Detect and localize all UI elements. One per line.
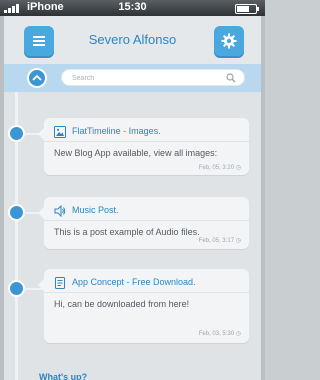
post-divider bbox=[44, 292, 249, 293]
search-field[interactable] bbox=[61, 69, 245, 86]
timeline-post[interactable]: FlatTimeline - Images. New Blog App avai… bbox=[38, 118, 249, 175]
status-time: 15:30 bbox=[118, 1, 147, 13]
timeline-dot bbox=[10, 127, 23, 140]
timeline-post[interactable]: Music Post. This is a post example of Au… bbox=[38, 197, 249, 249]
post-title[interactable]: FlatTimeline - Images. bbox=[72, 126, 161, 136]
post-body: This is a post example of Audio files. bbox=[54, 227, 200, 237]
speaker-icon bbox=[54, 205, 66, 217]
scroll-up-button[interactable] bbox=[29, 70, 45, 86]
search-icon bbox=[226, 73, 236, 83]
timeline-dot bbox=[10, 282, 23, 295]
timeline-post[interactable]: App Concept - Free Download. Hi, can be … bbox=[38, 269, 249, 343]
image-icon bbox=[54, 126, 66, 138]
post-title[interactable]: Music Post. bbox=[72, 205, 119, 215]
phone-frame: iPhone 15:30 Severo Alfonso Search FlatT… bbox=[0, 0, 265, 380]
timeline-dot bbox=[10, 206, 23, 219]
post-timestamp: Feb, 05, 3:17 ◷ bbox=[198, 238, 241, 244]
post-divider bbox=[44, 220, 249, 221]
settings-button[interactable] bbox=[214, 26, 244, 56]
post-divider bbox=[44, 141, 249, 142]
gear-icon bbox=[221, 33, 237, 49]
post-body: New Blog App available, view all images: bbox=[54, 148, 218, 158]
search-input[interactable] bbox=[72, 72, 222, 84]
post-body: Hi, can be downloaded from here! bbox=[54, 299, 190, 309]
status-bar: iPhone 15:30 bbox=[0, 0, 265, 16]
post-title[interactable]: App Concept - Free Download. bbox=[72, 277, 196, 287]
app-header: Severo Alfonso bbox=[4, 16, 261, 64]
post-timestamp: Feb, 05, 3:20 ◷ bbox=[198, 165, 241, 171]
chevron-up-icon bbox=[32, 74, 42, 81]
battery-icon bbox=[235, 4, 259, 14]
document-icon bbox=[55, 277, 65, 289]
compose-prompt[interactable]: What's up? bbox=[39, 372, 87, 380]
search-bar bbox=[4, 64, 261, 92]
timeline-app: Severo Alfonso Search FlatTimeline - Ima… bbox=[4, 16, 261, 380]
post-timestamp: Feb, 03, 5:30 ◷ bbox=[198, 331, 241, 337]
